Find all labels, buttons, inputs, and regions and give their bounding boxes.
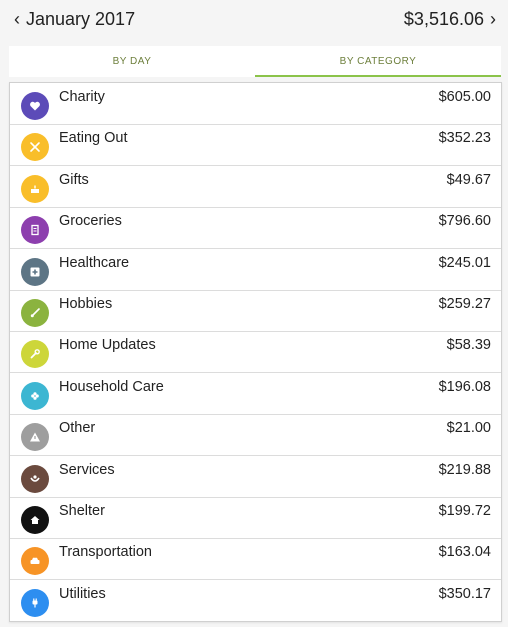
category-row-transportation[interactable]: Transportation $163.04 — [10, 538, 501, 581]
brush-icon — [21, 299, 49, 327]
category-name: Hobbies — [59, 296, 113, 312]
active-tab-indicator — [255, 75, 501, 77]
flower-icon — [21, 381, 49, 410]
category-row-gifts[interactable]: Gifts $49.67 — [10, 166, 501, 208]
category-row-hobbies[interactable]: Hobbies $259.27 — [10, 290, 501, 332]
category-amount: $605.00 — [438, 89, 491, 105]
category-row-household-care[interactable]: Household Care $196.08 — [10, 373, 501, 415]
tab-by-category[interactable]: BY CATEGORY — [255, 46, 501, 77]
receipt-icon — [21, 216, 49, 245]
category-name: Healthcare — [59, 254, 130, 271]
category-name: Household Care — [59, 378, 164, 395]
category-name: Other — [59, 420, 96, 437]
tab-by-day[interactable]: BY DAY — [9, 46, 255, 77]
category-row-services[interactable]: Services $219.88 — [10, 456, 501, 498]
car-icon — [21, 547, 49, 576]
view-tabs: BY DAY BY CATEGORY — [9, 46, 501, 77]
previous-month-button[interactable]: ‹ — [10, 7, 24, 31]
home-icon — [21, 506, 49, 534]
month-title: January 2017 — [26, 9, 136, 29]
utensils-icon — [21, 133, 49, 162]
category-amount: $245.01 — [438, 254, 491, 271]
category-row-healthcare[interactable]: Healthcare $245.01 — [10, 249, 501, 291]
category-row-shelter[interactable]: Shelter $199.72 — [10, 497, 501, 539]
category-amount: $796.60 — [438, 213, 491, 230]
category-name: Shelter — [59, 503, 105, 519]
hand-icon — [21, 464, 49, 493]
medical-plus-icon — [21, 257, 49, 286]
category-name: Groceries — [59, 213, 122, 230]
category-row-other[interactable]: Other $21.00 — [10, 414, 501, 457]
month-header: ‹ January 2017 $3,516.06 › — [0, 0, 508, 40]
category-row-charity[interactable]: Charity $605.00 — [10, 83, 501, 125]
month-total: $3,516.06 — [403, 9, 484, 29]
category-amount: $352.23 — [438, 130, 491, 147]
heart-icon — [21, 92, 49, 120]
next-month-button[interactable]: › — [486, 7, 500, 31]
plug-icon — [21, 588, 49, 617]
category-row-groceries[interactable]: Groceries $796.60 — [10, 207, 501, 250]
category-amount: $219.88 — [438, 461, 491, 478]
category-amount: $21.00 — [446, 420, 491, 437]
category-list: Charity $605.00 Eating Out $352.23 Gifts… — [9, 82, 502, 622]
category-amount: $196.08 — [438, 378, 491, 395]
category-amount: $163.04 — [438, 544, 491, 561]
category-name: Gifts — [59, 171, 89, 188]
cake-icon — [21, 174, 49, 203]
category-name: Transportation — [59, 544, 152, 561]
category-name: Home Updates — [59, 337, 156, 354]
category-name: Charity — [59, 89, 105, 105]
category-name: Utilities — [59, 585, 106, 602]
category-amount: $199.72 — [438, 503, 491, 519]
category-amount: $259.27 — [438, 296, 491, 312]
category-row-utilities[interactable]: Utilities $350.17 — [10, 580, 501, 621]
warning-icon — [21, 423, 49, 452]
category-row-home-updates[interactable]: Home Updates $58.39 — [10, 331, 501, 374]
category-name: Services — [59, 461, 115, 478]
category-row-eating-out[interactable]: Eating Out $352.23 — [10, 124, 501, 167]
category-amount: $58.39 — [446, 337, 491, 354]
category-amount: $350.17 — [438, 585, 491, 602]
category-amount: $49.67 — [446, 171, 491, 188]
category-name: Eating Out — [59, 130, 128, 147]
wrench-icon — [21, 340, 49, 369]
